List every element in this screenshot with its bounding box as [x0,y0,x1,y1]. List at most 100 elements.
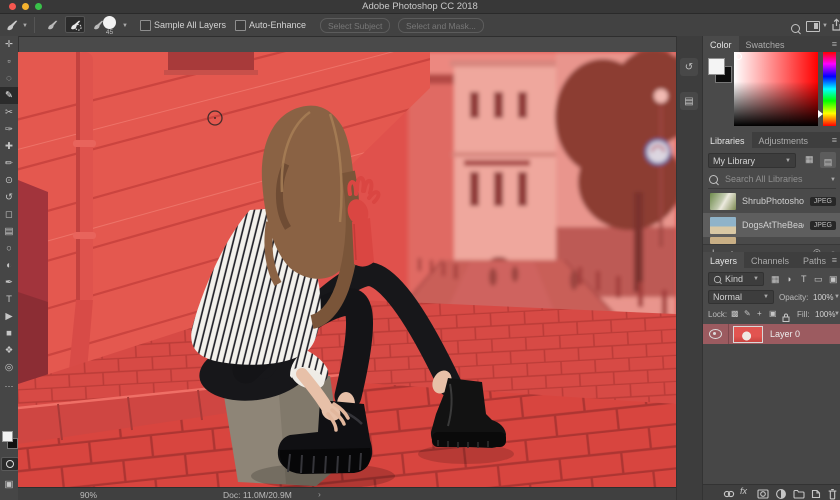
tool-preset-caret-icon[interactable]: ▼ [22,23,28,29]
select-and-mask-button[interactable]: Select and Mask... [398,18,484,33]
new-adjustment-layer-icon[interactable] [775,487,787,500]
library-select[interactable]: My Library ▼ [708,153,796,168]
move-tool[interactable]: ✛ [0,36,18,53]
brush-tool[interactable]: ✏ [0,155,18,172]
filter-smart-objects-icon[interactable]: ▣ [829,274,838,285]
sample-all-layers-label: Sample All Layers [154,20,226,30]
history-brush-tool[interactable]: ↺ [0,189,18,206]
foreground-color-swatch[interactable] [2,431,13,442]
layer-row-layer0[interactable]: Layer 0 [703,324,840,344]
zoom-level-field[interactable]: 90% [80,490,97,500]
brush-picker-caret-icon[interactable]: ▼ [122,23,128,29]
layer-style-fx-icon[interactable]: fx [740,486,747,496]
auto-enhance-checkbox[interactable] [235,20,246,31]
sample-all-layers-checkbox[interactable] [140,20,151,31]
marquee-tool[interactable]: ▫ [0,53,18,70]
pen-tool[interactable]: ✒ [0,274,18,291]
status-options-chevron-icon[interactable]: › [318,489,321,499]
library-item-type-badge: JPEG [810,197,836,206]
hue-slider[interactable] [823,52,836,126]
fill-caret-icon[interactable]: ▼ [834,311,840,317]
opacity-value[interactable]: 100% [813,293,833,302]
zoom-tool[interactable]: ◎ [0,359,18,376]
foreground-color-swatch[interactable] [708,58,725,75]
tab-libraries[interactable]: Libraries [703,132,752,148]
new-group-folder-icon[interactable] [793,487,805,500]
library-item-type-badge: JPEG [810,221,836,230]
color-panel-menu-icon[interactable]: ≡ [832,39,837,49]
dodge-tool[interactable]: ◐ [0,257,18,274]
search-caret-icon[interactable]: ▼ [830,177,836,183]
lock-transparency-icon[interactable]: ▩ [731,309,739,318]
new-selection-button[interactable] [42,16,62,33]
brush-preview-icon[interactable] [103,16,116,29]
tab-color[interactable]: Color [703,36,739,52]
hand-tool[interactable]: ❖ [0,342,18,359]
layer-visibility-eye-icon[interactable] [709,329,722,339]
type-tool[interactable]: T [0,291,18,308]
quick-mask-mode-button[interactable] [1,457,19,471]
tools-ellipsis[interactable]: … [0,376,18,393]
library-search-input[interactable] [723,173,819,185]
lock-paint-icon[interactable]: ✎ [744,309,751,318]
share-icon[interactable] [831,18,840,37]
crop-tool[interactable]: ✂ [0,104,18,121]
canvas[interactable] [18,52,676,487]
tab-swatches[interactable]: Swatches [739,36,792,52]
select-subject-button[interactable]: Select Subject [320,18,390,33]
library-item-partial-thumbnail[interactable] [710,237,736,244]
layers-panel-menu-icon[interactable]: ≡ [832,255,837,265]
library-item-dogsatthebeach[interactable]: DogsAtTheBeach JPEG [703,213,840,237]
workspace-caret-icon[interactable]: ▼ [822,23,828,29]
fill-value[interactable]: 100% [815,310,835,319]
clone-stamp-tool[interactable]: ⊙ [0,172,18,189]
opacity-caret-icon[interactable]: ▼ [834,294,840,300]
filter-type-layers-icon[interactable]: T [801,274,807,284]
quick-selection-tool[interactable]: ✎ [0,87,18,104]
search-icon[interactable] [791,24,800,33]
grid-view-icon[interactable]: ▦ [805,154,814,165]
shape-tool[interactable]: ■ [0,325,18,342]
delete-layer-trash-icon[interactable] [827,487,838,500]
blend-mode-select[interactable]: Normal ▼ [708,290,774,304]
libraries-panel-menu-icon[interactable]: ≡ [832,135,837,145]
list-view-icon[interactable]: ▤ [820,152,836,168]
tab-channels[interactable]: Channels [744,252,796,268]
properties-panel-icon[interactable]: ▤ [680,92,698,110]
tab-layers[interactable]: Layers [703,252,744,268]
lock-move-icon[interactable]: + [757,309,762,318]
layer-name[interactable]: Layer 0 [770,329,800,339]
toolbar: ✛▫◌✎✂✑✚✏⊙↺◻▤○◐✒T▶■❖◎… ▣ [0,36,19,500]
panel-dock-strip: ↺ ▤ [676,36,703,500]
blur-tool[interactable]: ○ [0,240,18,257]
tab-adjustments[interactable]: Adjustments [752,132,816,148]
eraser-tool[interactable]: ◻ [0,206,18,223]
layer-filter-kind-select[interactable]: Kind ▼ [708,272,764,286]
layers-panel-header: Layers Channels Paths ≡ [703,252,840,268]
history-panel-icon[interactable]: ↺ [680,58,698,76]
layer-thumbnail[interactable] [733,326,763,343]
tab-paths[interactable]: Paths [796,252,833,268]
color-field[interactable] [734,52,818,126]
library-item-name: DogsAtTheBeach [742,220,804,230]
lock-label: Lock: [708,310,727,319]
new-layer-icon[interactable] [810,487,822,500]
link-layers-icon[interactable] [723,487,735,500]
gradient-tool[interactable]: ▤ [0,223,18,240]
filter-pixel-layers-icon[interactable]: ▦ [771,274,780,285]
workspace-switcher-icon[interactable] [806,21,820,32]
filter-shape-layers-icon[interactable]: ▭ [814,274,823,285]
add-to-selection-button[interactable] [65,16,85,33]
path-selection-tool[interactable]: ▶ [0,308,18,325]
library-search-row: ▼ [708,172,836,189]
healing-brush-tool[interactable]: ✚ [0,138,18,155]
lock-artboard-icon[interactable]: ▣ [769,309,777,318]
add-layer-mask-icon[interactable] [757,487,769,500]
fill-label: Fill: [797,310,809,319]
library-item-shrubphotoshoot[interactable]: ShrubPhotoshoot JPEG [703,189,840,213]
filter-adjustment-layers-icon[interactable]: ◑ [786,274,791,284]
tool-preset-icon[interactable] [5,18,19,37]
screen-mode-button[interactable]: ▣ [0,476,18,493]
eyedropper-tool[interactable]: ✑ [0,121,18,138]
lasso-tool[interactable]: ◌ [0,70,18,87]
